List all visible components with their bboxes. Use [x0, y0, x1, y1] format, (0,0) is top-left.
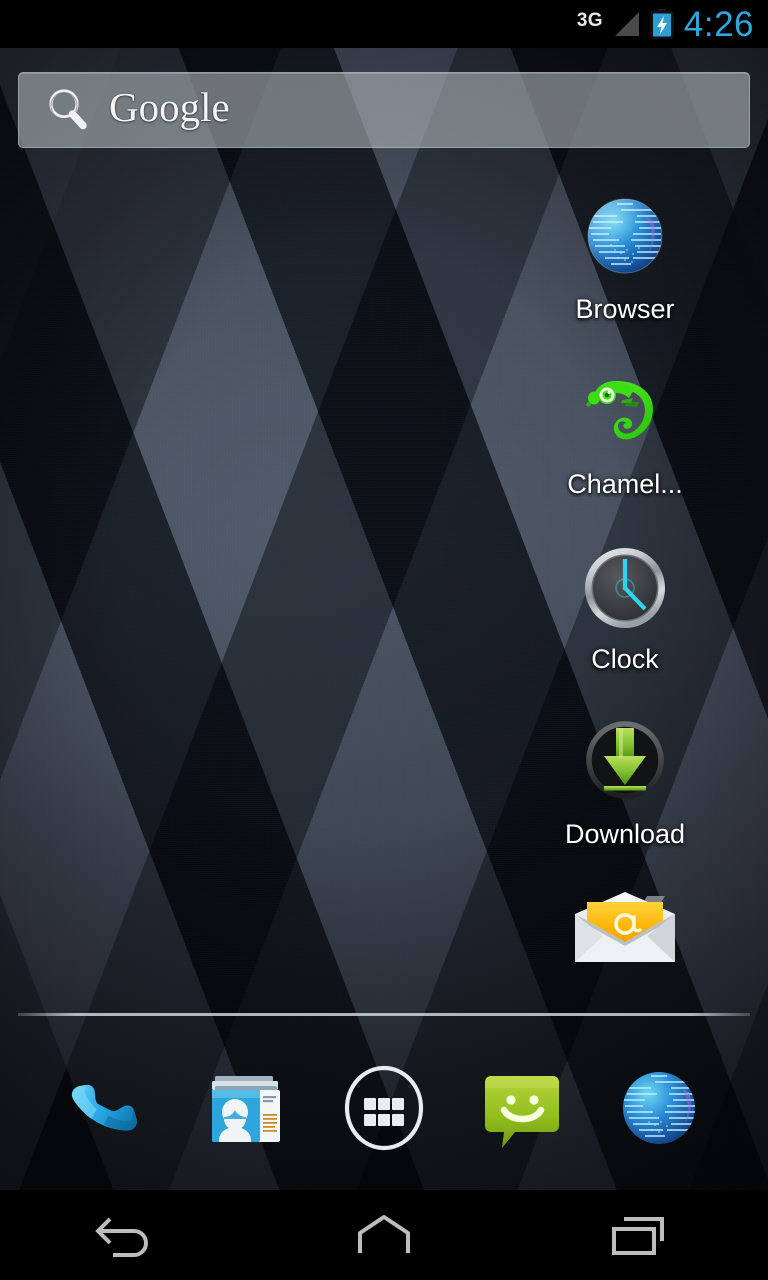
- app-label-clock: Clock: [591, 644, 659, 674]
- dock-divider: [18, 1013, 750, 1016]
- app-label-chameleon: Chamel...: [567, 469, 683, 499]
- nav-back-button[interactable]: [53, 1200, 203, 1270]
- home-icon-column: Browser Chamel... Clock Download: [545, 190, 705, 1065]
- network-type-label: 3G: [576, 10, 603, 31]
- browser-globe-icon[interactable]: [577, 190, 673, 286]
- navigation-bar: [0, 1190, 768, 1280]
- app-icon-clock[interactable]: Clock: [545, 540, 705, 715]
- dock-item-messaging[interactable]: [470, 1056, 574, 1160]
- phone-handset-icon[interactable]: [61, 1060, 157, 1156]
- clock-icon[interactable]: [577, 540, 673, 636]
- email-icon[interactable]: [569, 890, 681, 968]
- download-icon[interactable]: [577, 715, 673, 811]
- signal-triangle-icon: [614, 12, 639, 36]
- dock-item-app-drawer[interactable]: [332, 1056, 436, 1160]
- app-icon-browser[interactable]: Browser: [545, 190, 705, 365]
- search-icon[interactable]: [45, 87, 91, 133]
- dock-item-contacts[interactable]: [194, 1056, 298, 1160]
- nav-recents-button[interactable]: [565, 1200, 715, 1270]
- recent-apps-icon[interactable]: [600, 1207, 680, 1263]
- back-arrow-icon[interactable]: [88, 1207, 168, 1263]
- search-placeholder-label[interactable]: Google: [109, 87, 230, 128]
- app-drawer-icon[interactable]: [336, 1060, 432, 1156]
- dock-item-phone[interactable]: [57, 1056, 161, 1160]
- status-bar-clock: 4:26: [683, 4, 754, 44]
- app-label-browser: Browser: [575, 294, 675, 324]
- dock: [0, 1045, 768, 1170]
- app-icon-download[interactable]: Download: [545, 715, 705, 890]
- battery-charging-icon: [649, 9, 674, 39]
- status-bar[interactable]: 3G 4:26: [0, 0, 768, 48]
- dock-item-browser[interactable]: [607, 1056, 711, 1160]
- android-home-screen: 3G 4:26 Google Browser Chamel... Clock D…: [0, 0, 768, 1280]
- home-icon[interactable]: [344, 1207, 424, 1263]
- browser-globe-icon[interactable]: [611, 1060, 707, 1156]
- app-label-download: Download: [564, 819, 686, 849]
- google-search-widget[interactable]: Google: [18, 72, 750, 148]
- chameleon-icon[interactable]: [577, 365, 673, 461]
- app-icon-chameleon[interactable]: Chamel...: [545, 365, 705, 540]
- messaging-smiley-icon[interactable]: [474, 1060, 570, 1156]
- contacts-card-icon[interactable]: [198, 1060, 294, 1156]
- nav-home-button[interactable]: [309, 1200, 459, 1270]
- app-icon-email[interactable]: [545, 890, 705, 1065]
